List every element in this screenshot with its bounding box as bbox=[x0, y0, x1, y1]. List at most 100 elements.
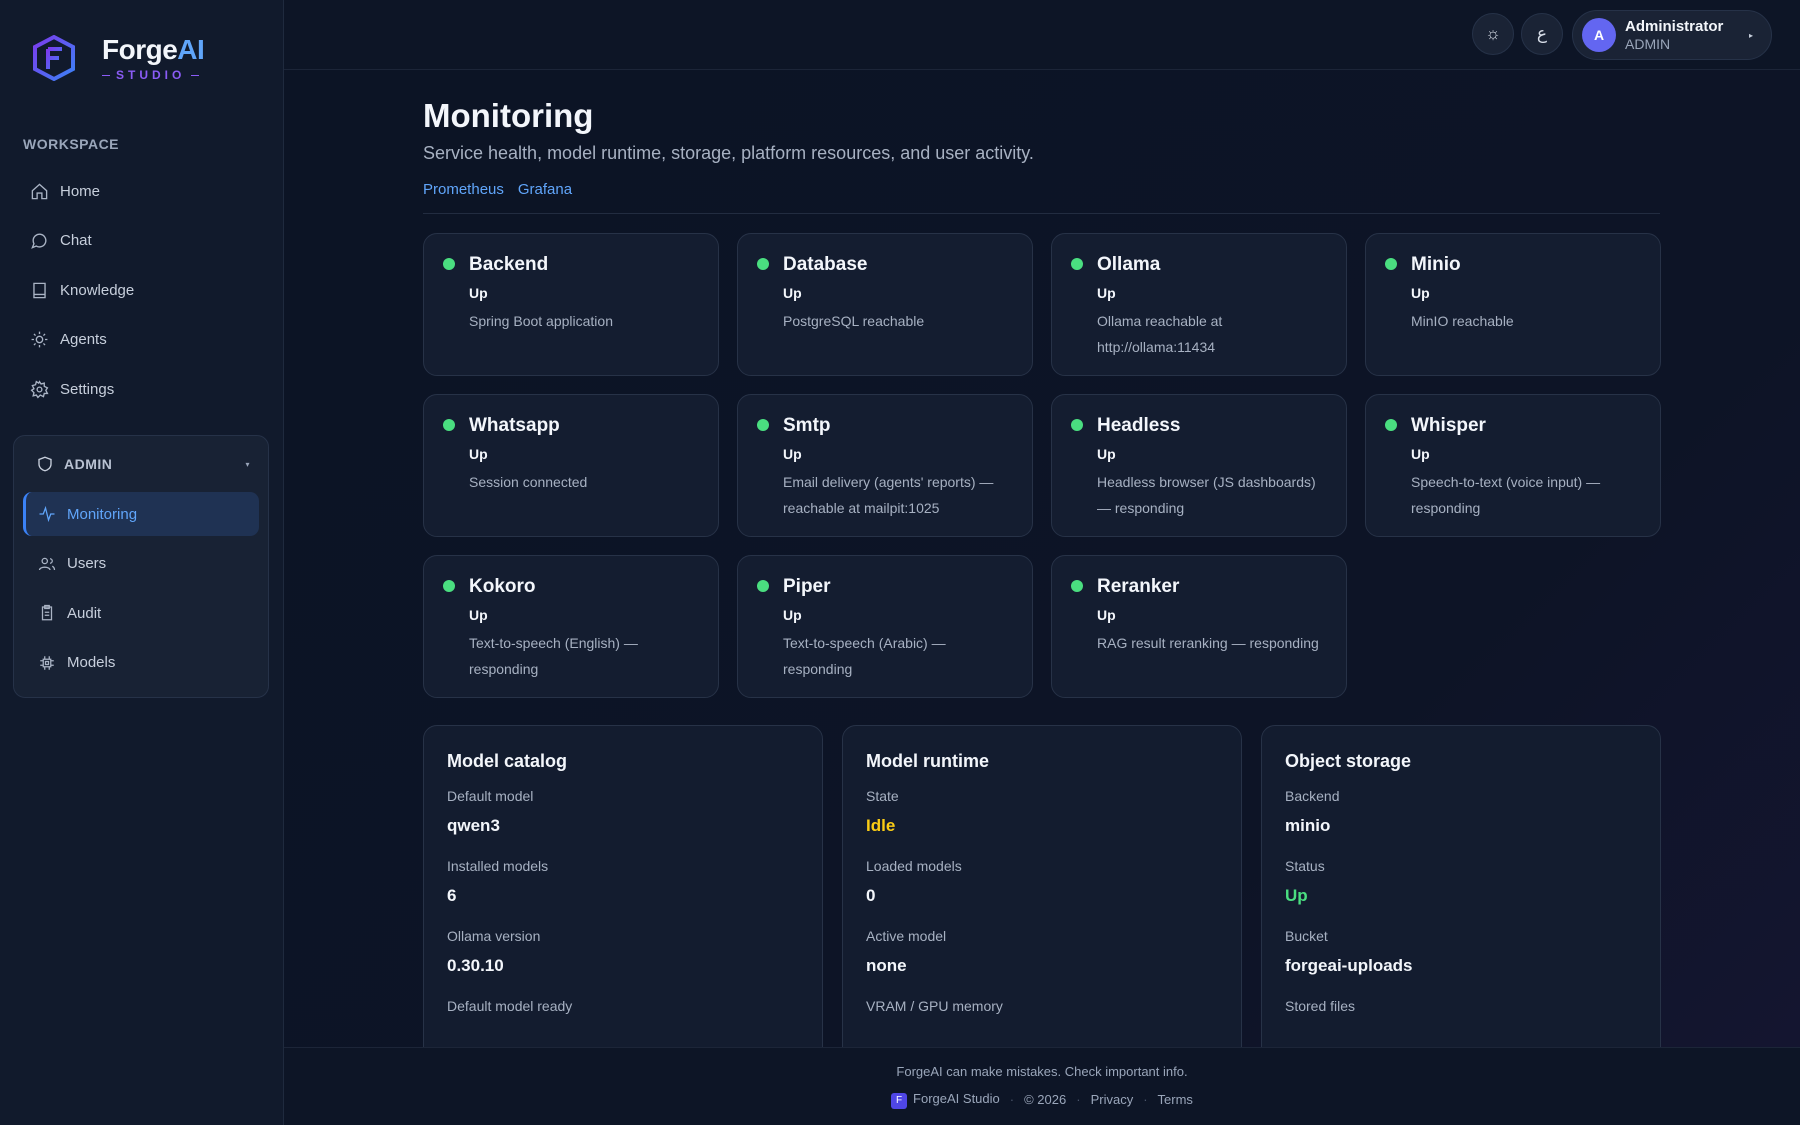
workspace-section-label: WORKSPACE bbox=[23, 136, 120, 152]
chevron-down-icon: ▾ bbox=[245, 459, 250, 469]
service-status: Up bbox=[1097, 446, 1116, 462]
stat-value: qwen3 bbox=[447, 816, 500, 835]
sidebar-item-agents[interactable]: Agents bbox=[14, 317, 270, 363]
service-card-reranker: Reranker Up RAG result reranking — respo… bbox=[1051, 555, 1347, 698]
status-dot bbox=[443, 419, 455, 431]
sidebar-item-users[interactable]: Users bbox=[23, 542, 259, 586]
stat-value: Idle bbox=[866, 816, 896, 835]
shield-icon bbox=[38, 456, 52, 472]
model-catalog-card: Model catalog Default model qwen3 Instal… bbox=[423, 725, 823, 1048]
brand-subtitle: STUDIO bbox=[102, 68, 204, 82]
service-detail: Text-to-speech (English) — responding bbox=[469, 635, 638, 677]
activity-icon bbox=[39, 505, 55, 523]
footer-row: F ForgeAI Studio · © 2026 · Privacy · Ter… bbox=[284, 1091, 1800, 1109]
privacy-link[interactable]: Privacy bbox=[1091, 1092, 1134, 1107]
grafana-link[interactable]: Grafana bbox=[518, 181, 572, 198]
admin-section-label: ADMIN bbox=[64, 456, 113, 472]
sidebar-item-knowledge[interactable]: Knowledge bbox=[14, 267, 270, 313]
service-status: Up bbox=[469, 607, 488, 623]
user-name: Administrator bbox=[1625, 18, 1724, 35]
service-name: Minio bbox=[1411, 254, 1461, 275]
service-name: Kokoro bbox=[469, 576, 536, 597]
separator: · bbox=[1143, 1092, 1148, 1108]
service-card-smtp: Smtp Up Email delivery (agents' reports)… bbox=[737, 394, 1033, 537]
service-card-minio: Minio Up MinIO reachable bbox=[1365, 233, 1661, 376]
stat-value: 0.30.10 bbox=[447, 956, 504, 975]
monitoring-links: Prometheus Grafana bbox=[423, 181, 572, 198]
language-toggle-button[interactable]: ع bbox=[1521, 13, 1563, 55]
prometheus-link[interactable]: Prometheus bbox=[423, 181, 504, 198]
footer: ForgeAI can make mistakes. Check importa… bbox=[284, 1047, 1800, 1125]
stat-label: Default model bbox=[447, 788, 534, 804]
status-dot bbox=[1071, 580, 1083, 592]
object-storage-card: Object storage Backend minio Status Up B… bbox=[1261, 725, 1661, 1048]
sun-icon bbox=[31, 331, 48, 348]
sidebar-item-chat[interactable]: Chat bbox=[14, 218, 270, 264]
service-detail: Spring Boot application bbox=[469, 313, 613, 329]
service-name: Reranker bbox=[1097, 576, 1180, 597]
stat-value: minio bbox=[1285, 816, 1331, 835]
terms-link[interactable]: Terms bbox=[1158, 1092, 1193, 1107]
service-card-database: Database Up PostgreSQL reachable bbox=[737, 233, 1033, 376]
sidebar-item-settings[interactable]: Settings bbox=[14, 366, 270, 412]
stat-value: forgeai-uploads bbox=[1285, 956, 1413, 975]
service-detail: Text-to-speech (Arabic) — responding bbox=[783, 635, 946, 677]
status-dot bbox=[1071, 258, 1083, 270]
topbar: ☼ ع A Administrator ADMIN ▸ bbox=[284, 0, 1800, 70]
service-card-whatsapp: Whatsapp Up Session connected bbox=[423, 394, 719, 537]
service-card-backend: Backend Up Spring Boot application bbox=[423, 233, 719, 376]
sun-icon: ☼ bbox=[1485, 24, 1501, 43]
service-name: Piper bbox=[783, 576, 831, 597]
main-content: Monitoring Service health, model runtime… bbox=[284, 70, 1800, 1048]
stat-label: Stored files bbox=[1285, 998, 1356, 1014]
sidebar-item-models[interactable]: Models bbox=[23, 641, 259, 685]
forge-logo-icon bbox=[33, 35, 75, 81]
service-status: Up bbox=[783, 285, 802, 301]
service-status: Up bbox=[469, 285, 488, 301]
service-card-whisper: Whisper Up Speech-to-text (voice input) … bbox=[1365, 394, 1661, 537]
separator: · bbox=[1076, 1092, 1081, 1108]
sidebar-item-label: Home bbox=[60, 182, 101, 200]
language-label: ع bbox=[1536, 24, 1548, 43]
sidebar-item-label: Knowledge bbox=[60, 281, 135, 299]
disclaimer-text: ForgeAI can make mistakes. Check importa… bbox=[896, 1064, 1188, 1079]
user-menu-button[interactable]: A Administrator ADMIN ▸ bbox=[1572, 10, 1772, 60]
sidebar-item-label: Audit bbox=[67, 604, 102, 622]
sidebar-item-label: Chat bbox=[60, 232, 92, 249]
sidebar-item-monitoring[interactable]: Monitoring bbox=[23, 492, 259, 536]
sidebar-item-audit[interactable]: Audit bbox=[23, 591, 259, 635]
service-card-kokoro: Kokoro Up Text-to-speech (English) — res… bbox=[423, 555, 719, 698]
sidebar-item-home[interactable]: Home bbox=[14, 168, 270, 214]
service-detail: Ollama reachable at http://ollama:11434 bbox=[1097, 313, 1223, 355]
service-card-ollama: Ollama Up Ollama reachable at http://oll… bbox=[1051, 233, 1347, 376]
copyright-text: © 2026 bbox=[1024, 1092, 1067, 1108]
users-icon bbox=[38, 557, 56, 570]
brand-logo-link[interactable]: ForgeAI STUDIO bbox=[32, 34, 205, 82]
service-detail: Speech-to-text (voice input) — respondin… bbox=[1411, 474, 1601, 516]
service-name: Database bbox=[783, 254, 868, 275]
user-role: ADMIN bbox=[1625, 36, 1671, 52]
theme-toggle-button[interactable]: ☼ bbox=[1472, 13, 1514, 55]
avatar: A bbox=[1582, 18, 1616, 52]
admin-section-toggle[interactable]: ADMIN ▾ bbox=[14, 436, 268, 492]
stat-label: Ollama version bbox=[447, 928, 541, 944]
stat-value: Up bbox=[1285, 886, 1308, 905]
sidebar-item-label: Settings bbox=[60, 380, 115, 398]
admin-section: ADMIN ▾ Monitoring Users Audit Models bbox=[13, 435, 269, 698]
stat-label: VRAM / GPU memory bbox=[866, 998, 1003, 1014]
service-detail: PostgreSQL reachable bbox=[783, 313, 925, 329]
status-dot bbox=[757, 419, 769, 431]
status-dot bbox=[443, 580, 455, 592]
card-title: Model runtime bbox=[866, 751, 990, 771]
stat-label: Installed models bbox=[447, 858, 549, 874]
service-detail: Email delivery (agents' reports) — reach… bbox=[783, 474, 994, 516]
service-name: Whisper bbox=[1411, 415, 1486, 436]
service-name: Backend bbox=[469, 254, 549, 275]
status-dot bbox=[1385, 419, 1397, 431]
service-detail: Headless browser (JS dashboards) — respo… bbox=[1097, 474, 1316, 516]
gear-icon bbox=[30, 379, 49, 398]
service-name: Headless bbox=[1097, 415, 1181, 436]
sidebar-item-label: Users bbox=[67, 555, 107, 572]
chip-icon bbox=[40, 655, 54, 670]
sidebar: ForgeAI STUDIO WORKSPACE Home Chat Knowl… bbox=[0, 0, 284, 1125]
